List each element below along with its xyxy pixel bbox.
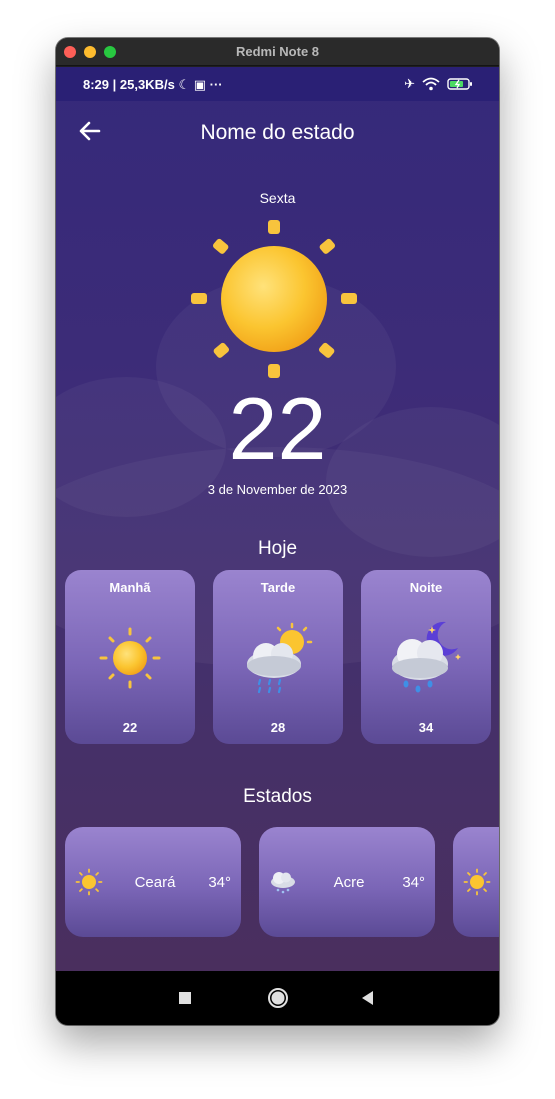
period-temperature: 34 xyxy=(418,720,434,735)
state-temperature: 34° xyxy=(402,874,425,891)
sun-icon xyxy=(463,868,491,896)
moon-cloud-rain-icon xyxy=(392,621,461,693)
status-icons: ✈ xyxy=(404,76,473,92)
current-temperature: 22 xyxy=(228,379,327,478)
current-date: 3 de November de 2023 xyxy=(207,482,348,497)
device-window: Redmi Note 8 8:29 | 25,3KB/s ☾ ▣ ··· ✈ N… xyxy=(56,38,499,1025)
period-name: Tarde xyxy=(260,580,296,595)
battery-icon xyxy=(447,78,472,90)
today-title: Hoje xyxy=(257,538,298,559)
period-temperature: 22 xyxy=(122,720,138,735)
period-card-night[interactable]: Noite 34 xyxy=(361,570,491,744)
recents-button[interactable] xyxy=(172,985,198,1011)
state-name: Ceará xyxy=(134,874,176,891)
state-card[interactable] xyxy=(453,827,499,937)
window-title: Redmi Note 8 xyxy=(235,44,320,59)
page-title: Nome do estado xyxy=(200,121,355,144)
sun-icon xyxy=(99,627,161,689)
sun-cloud-rain-icon xyxy=(247,622,313,694)
app-screen: 8:29 | 25,3KB/s ☾ ▣ ··· ✈ Nome do estado… xyxy=(56,67,499,971)
period-card-afternoon[interactable]: Tarde 28 xyxy=(213,570,343,744)
period-name: Noite xyxy=(409,580,443,595)
period-name: Manhã xyxy=(109,580,151,595)
state-name: Acre xyxy=(333,874,365,891)
state-temperature: 34° xyxy=(208,874,231,891)
home-button[interactable] xyxy=(265,985,291,1011)
moon-icon: ☾ xyxy=(178,77,191,92)
sun-icon xyxy=(75,868,103,896)
more-dots: ··· xyxy=(209,77,223,92)
states-title: Estados xyxy=(243,786,312,807)
back-button[interactable] xyxy=(355,985,381,1011)
state-card[interactable]: Acre 34° xyxy=(259,827,435,937)
state-card[interactable]: Ceará 34° xyxy=(65,827,241,937)
wifi-icon xyxy=(422,77,440,91)
android-nav-bar xyxy=(56,971,499,1025)
cloud-snow-icon xyxy=(271,872,295,894)
app-notification-icon: ▣ xyxy=(193,77,207,92)
status-time: 8:29 | 25,3KB/s ☾ ▣ ··· xyxy=(83,77,223,92)
status-bar: 8:29 | 25,3KB/s ☾ ▣ ··· ✈ xyxy=(56,67,499,101)
airplane-icon: ✈ xyxy=(404,76,415,91)
window-titlebar: Redmi Note 8 xyxy=(56,38,499,66)
period-temperature: 28 xyxy=(270,720,286,735)
period-card-morning[interactable]: Manhã 22 xyxy=(65,570,195,744)
app-bar: Nome do estado xyxy=(56,101,499,161)
current-day: Sexta xyxy=(259,190,296,206)
sun-icon xyxy=(191,220,357,378)
